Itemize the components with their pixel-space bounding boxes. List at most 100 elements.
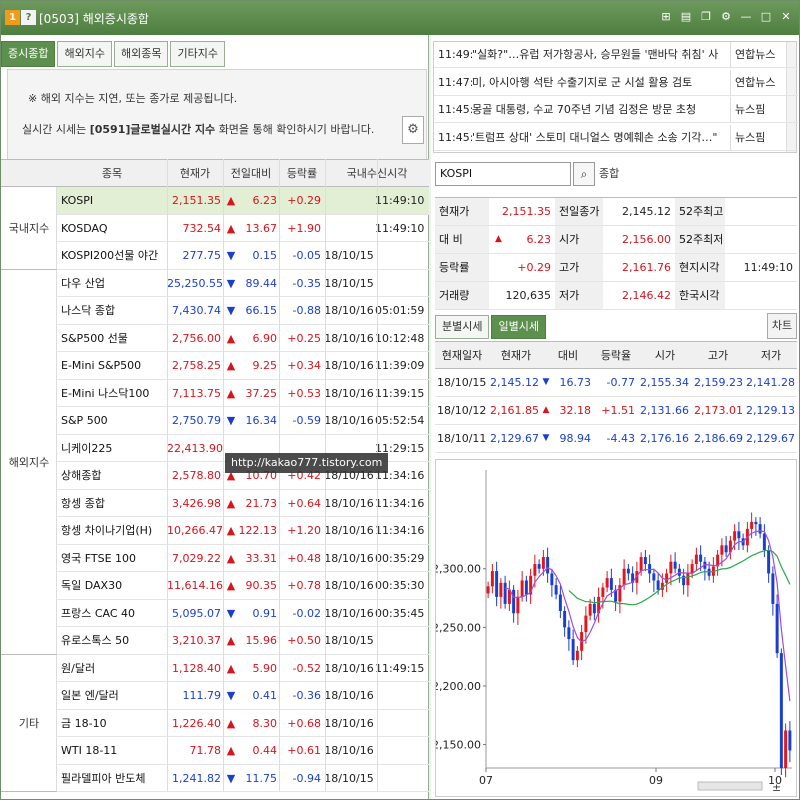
maximize-icon[interactable]: □ bbox=[759, 10, 773, 24]
tab-daily-quotes[interactable]: 일별시세 bbox=[491, 315, 546, 339]
print-icon[interactable]: ▤ bbox=[679, 10, 693, 24]
settings-icon[interactable]: ⚙ bbox=[719, 10, 733, 24]
search-icon[interactable]: ⌕ bbox=[573, 162, 595, 186]
daily-row[interactable]: 18/10/12 2,161.85 ▲ 32.18 +1.51 2,131.66 2,173… bbox=[435, 397, 797, 425]
table-row[interactable]: 다우 산업 25,250.55 ▼ 89.44 -0.35 18/10/15 bbox=[1, 270, 429, 297]
row-price: 25,250.55 bbox=[167, 276, 223, 290]
row-date: 18/10/16 bbox=[324, 744, 374, 757]
table-row[interactable]: 나스닥 종합 7,430.74 ▼ 66.15 -0.88 18/10/16 05:01:5… bbox=[1, 297, 429, 325]
link-icon[interactable]: ⊞ bbox=[659, 10, 673, 24]
table-row[interactable]: KOSPI 2,151.35 ▲ 6.23 +0.29 11:49:10 bbox=[1, 187, 429, 215]
candle-body bbox=[567, 627, 571, 640]
table-row[interactable]: 일본 엔/달러 111.79 ▼ 0.41 -0.36 18/10/16 bbox=[1, 682, 429, 710]
daily-row[interactable]: 18/10/15 2,145.12 ▼ 16.73 -0.77 2,155.34 2,159… bbox=[435, 369, 797, 397]
row-name: S&P500 선물 bbox=[61, 331, 128, 345]
row-price: 71.78 bbox=[189, 744, 222, 757]
col-name[interactable]: 종목 bbox=[57, 160, 167, 188]
news-item[interactable]: 11:45: 몽골 대통령, 수교 70주년 기념 김정은 방문 초청 뉴스핌 bbox=[434, 97, 798, 123]
table-row[interactable]: WTI 18-11 71.78 ▲ 0.44 +0.61 18/10/16 bbox=[1, 737, 429, 765]
table-row[interactable]: KOSPI200선물 야간 277.75 ▼ 0.15 -0.05 18/10/15 bbox=[1, 242, 429, 270]
row-change: 0.44 bbox=[252, 744, 278, 757]
table-row[interactable]: 항셍 종합 3,426.98 ▲ 21.73 +0.64 18/10/16 11:34:16 bbox=[1, 490, 429, 517]
table-row[interactable]: E-Mini 나스닥100 7,113.75 ▲ 37.25 +0.53 18/10/16… bbox=[1, 380, 429, 407]
row-date: 18/10/16 bbox=[324, 331, 374, 345]
row-time: 11:49:10 bbox=[375, 221, 425, 235]
quote-value: 120,635 bbox=[505, 289, 552, 302]
column-divider bbox=[325, 159, 326, 792]
daily-open: 2,176.16 bbox=[640, 432, 689, 445]
row-time bbox=[375, 710, 427, 737]
down-arrow-icon: ▼ bbox=[226, 304, 236, 317]
notice-screen-link[interactable]: [0591]글로벌실시간 지수 bbox=[90, 123, 215, 136]
quote-value: 2,145.12 bbox=[622, 205, 671, 218]
candle-body bbox=[592, 603, 596, 614]
table-row[interactable]: 독일 DAX30 11,614.16 ▲ 90.35 +0.78 18/10/16 00:3… bbox=[1, 572, 429, 600]
daily-high: 2,159.23 bbox=[694, 376, 743, 389]
table-row[interactable]: 항셍 차이나기업(H) 10,266.47 ▲ 122.13 +1.20 18/10/16… bbox=[1, 517, 429, 545]
col-pct: 등락율 bbox=[600, 349, 632, 362]
table-row[interactable]: 필라델피아 반도체 1,241.82 ▼ 11.75 -0.94 18/10/15 bbox=[1, 765, 429, 792]
col-price[interactable]: 현재가 bbox=[167, 160, 223, 188]
row-time bbox=[375, 627, 427, 654]
table-row[interactable]: 영국 FTSE 100 7,029.22 ▲ 33.31 +0.48 18/10/16 00… bbox=[1, 545, 429, 572]
quote-value: 2,156.00 bbox=[622, 233, 671, 246]
table-row[interactable]: 프랑스 CAC 40 5,095.07 ▼ 0.91 -0.02 18/10/16 00:3… bbox=[1, 600, 429, 627]
up-arrow-icon: ▲ bbox=[226, 579, 236, 592]
tab-overseas-stocks[interactable]: 해외종목 bbox=[113, 41, 169, 67]
tab-market-overview[interactable]: 증시종합 bbox=[1, 41, 56, 67]
row-date: 18/10/15 bbox=[324, 634, 374, 647]
news-title[interactable]: "실화?"…유럽 저가항공사, 승무원들 '맨바닥 취침' 사 bbox=[472, 42, 728, 68]
row-time: 11:49:10 bbox=[375, 194, 425, 207]
help-badge[interactable]: ? bbox=[21, 10, 36, 25]
row-date: 18/10/16 bbox=[324, 304, 374, 317]
quote-row: 거래량 120,635 저가 2,146.42 한국시각 bbox=[435, 282, 797, 310]
gear-icon[interactable]: ⚙ bbox=[402, 116, 424, 144]
table-row[interactable]: KOSDAQ 732.54 ▲ 13.67 +1.90 11:49:10 bbox=[1, 215, 429, 242]
candle-body bbox=[699, 554, 703, 562]
minimize-icon[interactable]: — bbox=[739, 10, 753, 24]
notice-text-c: 화면을 통해 확인하시기 바랍니다. bbox=[218, 123, 375, 136]
table-row[interactable]: 원/달러 1,128.40 ▲ 5.90 -0.52 18/10/16 11:49:15 bbox=[1, 655, 429, 682]
price-chart[interactable]: 2,150.00 2,200.00 2,250.00 2,300.00 07 09 10 ± bbox=[435, 459, 797, 797]
candle-body bbox=[784, 730, 788, 768]
symbol-input[interactable]: KOSPI bbox=[435, 162, 571, 186]
row-name: 유로스톡스 50 bbox=[61, 634, 130, 647]
row-change: 6.23 bbox=[252, 194, 278, 207]
tab-minute-quotes[interactable]: 분별시세 bbox=[435, 315, 490, 339]
news-title[interactable]: 몽골 대통령, 수교 70주년 기념 김정은 방문 초청 bbox=[472, 97, 728, 123]
screen-number-badge[interactable]: 1 bbox=[5, 10, 20, 25]
row-change: 66.15 bbox=[245, 304, 278, 317]
col-open: 시가 bbox=[654, 349, 676, 362]
chart-button[interactable]: 차트 bbox=[767, 313, 797, 339]
daily-date: 18/10/12 bbox=[437, 404, 487, 417]
up-arrow-icon: ▲ bbox=[226, 634, 236, 647]
row-price: 5,095.07 bbox=[172, 606, 221, 620]
news-item[interactable]: 11:49: "실화?"…유럽 저가항공사, 승무원들 '맨바닥 취침' 사 연합뉴… bbox=[434, 42, 798, 68]
group-label-text: 해외지수 bbox=[8, 455, 50, 469]
news-item[interactable]: 11:47: 미, 아시아행 석탄 수출기지로 군 시설 활용 검토 연합뉴스 bbox=[434, 69, 798, 96]
table-row[interactable]: 금 18-10 1,226.40 ▲ 8.30 +0.68 18/10/16 bbox=[1, 710, 429, 737]
col-change[interactable]: 전일대비 bbox=[223, 160, 279, 188]
daily-row[interactable]: 18/10/11 2,129.67 ▼ 98.94 -4.43 2,176.16 2,186… bbox=[435, 425, 797, 453]
tab-other-index[interactable]: 기타지수 bbox=[170, 41, 225, 67]
news-title[interactable]: '트럼프 상대' 스토미 대니얼스 명예훼손 소송 기각…" bbox=[472, 125, 728, 151]
row-name: 독일 DAX30 bbox=[61, 579, 123, 592]
news-title[interactable]: 미, 아시아행 석탄 수출기지로 군 시설 활용 검토 bbox=[472, 70, 728, 96]
tab-overseas-index[interactable]: 해외지수 bbox=[57, 41, 112, 67]
row-rate: -0.02 bbox=[292, 606, 321, 620]
daily-change: 16.73 bbox=[559, 376, 592, 389]
col-rate[interactable]: 등락률 bbox=[279, 160, 325, 188]
news-item[interactable]: 11:45: '트럼프 상대' 스토미 대니얼스 명예훼손 소송 기각…" 뉴스핌 bbox=[434, 124, 798, 151]
copy-icon[interactable]: ❐ bbox=[699, 10, 713, 24]
row-rate: +0.25 bbox=[287, 331, 321, 345]
table-row[interactable]: S&P 500 2,750.79 ▼ 16.34 -0.59 18/10/16 05:52:… bbox=[1, 407, 429, 435]
news-time: 11:45: bbox=[438, 130, 472, 144]
table-row[interactable]: E-Mini S&P500 2,758.25 ▲ 9.25 +0.34 18/10/16 1… bbox=[1, 352, 429, 380]
table-row[interactable]: S&P500 선물 2,756.00 ▲ 6.90 +0.25 18/10/16 10:12… bbox=[1, 325, 429, 352]
table-row[interactable]: 유로스톡스 50 3,210.37 ▲ 15.96 +0.50 18/10/15 bbox=[1, 627, 429, 655]
candle-body bbox=[639, 557, 643, 572]
close-icon[interactable]: ✕ bbox=[779, 10, 793, 24]
candle-body bbox=[537, 564, 541, 569]
row-rate: -0.36 bbox=[292, 689, 321, 702]
row-price: 277.75 bbox=[182, 249, 222, 262]
